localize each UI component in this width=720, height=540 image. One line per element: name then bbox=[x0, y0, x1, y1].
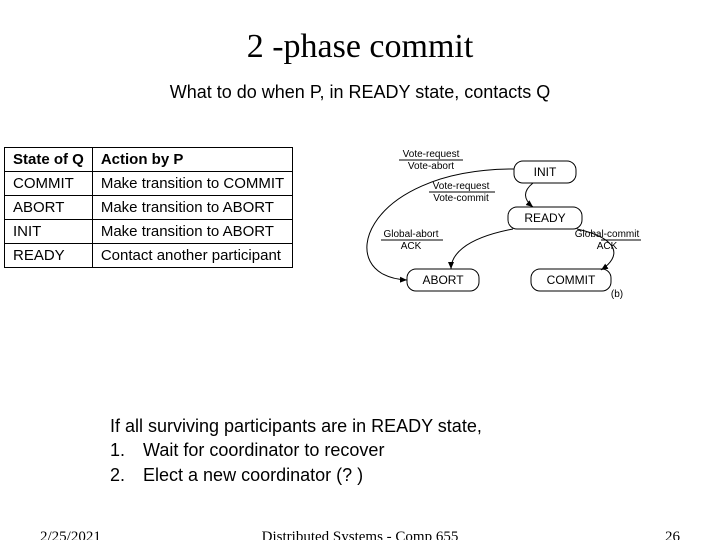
table-row: INIT Make transition to ABORT bbox=[5, 220, 293, 244]
edge-init-ready-label2: Vote-commit bbox=[433, 193, 489, 204]
diagram-sub-label: (b) bbox=[611, 289, 623, 300]
slide-title: 2 -phase commit bbox=[0, 28, 720, 66]
edge-init-abort-label1: Vote-request bbox=[403, 149, 460, 160]
edge-init-ready bbox=[526, 183, 534, 207]
notes-block: If all surviving participants are in REA… bbox=[110, 414, 482, 487]
edge-ready-abort bbox=[451, 229, 513, 269]
table-cell-action: Contact another participant bbox=[92, 244, 292, 268]
notes-line-1: If all surviving participants are in REA… bbox=[110, 414, 482, 438]
table-row: READY Contact another participant bbox=[5, 244, 293, 268]
footer-page: 26 bbox=[665, 529, 680, 540]
table-cell-state: READY bbox=[5, 244, 93, 268]
notes-line-2: 1. Wait for coordinator to recover bbox=[110, 438, 482, 462]
edge-ready-abort-label2: ACK bbox=[401, 241, 422, 252]
state-commit-label: COMMIT bbox=[547, 273, 596, 287]
table-header-action: Action by P bbox=[92, 148, 292, 172]
edge-ready-commit-label2: ACK bbox=[597, 241, 618, 252]
table-cell-state: INIT bbox=[5, 220, 93, 244]
edge-ready-commit-label1: Global-commit bbox=[575, 229, 640, 240]
state-diagram: INIT READY ABORT COMMIT Vote-request Vot… bbox=[301, 147, 641, 317]
table-cell-state: COMMIT bbox=[5, 172, 93, 196]
notes-line-3: 2. Elect a new coordinator (? ) bbox=[110, 463, 482, 487]
state-diagram-container: INIT READY ABORT COMMIT Vote-request Vot… bbox=[301, 147, 716, 322]
state-init-label: INIT bbox=[534, 165, 557, 179]
table-header-row: State of Q Action by P bbox=[5, 148, 293, 172]
table-cell-state: ABORT bbox=[5, 196, 93, 220]
slide-subtitle: What to do when P, in READY state, conta… bbox=[0, 82, 720, 103]
slide: 2 -phase commit What to do when P, in RE… bbox=[0, 28, 720, 540]
footer-course: Distributed Systems - Comp 655 bbox=[262, 529, 459, 540]
state-abort-label: ABORT bbox=[423, 273, 465, 287]
footer-bar: 2/25/2021 Distributed Systems - Comp 655… bbox=[0, 529, 720, 540]
table-row: ABORT Make transition to ABORT bbox=[5, 196, 293, 220]
table-cell-action: Make transition to COMMIT bbox=[92, 172, 292, 196]
table-cell-action: Make transition to ABORT bbox=[92, 196, 292, 220]
edge-init-abort-label2: Vote-abort bbox=[408, 161, 454, 172]
table-row: COMMIT Make transition to COMMIT bbox=[5, 172, 293, 196]
edge-init-ready-label1: Vote-request bbox=[433, 181, 490, 192]
state-ready-label: READY bbox=[525, 211, 566, 225]
action-table: State of Q Action by P COMMIT Make trans… bbox=[4, 147, 293, 268]
edge-ready-abort-label1: Global-abort bbox=[384, 229, 439, 240]
footer-date: 2/25/2021 bbox=[40, 529, 101, 540]
table-header-state: State of Q bbox=[5, 148, 93, 172]
content-row: State of Q Action by P COMMIT Make trans… bbox=[0, 147, 720, 322]
table-cell-action: Make transition to ABORT bbox=[92, 220, 292, 244]
